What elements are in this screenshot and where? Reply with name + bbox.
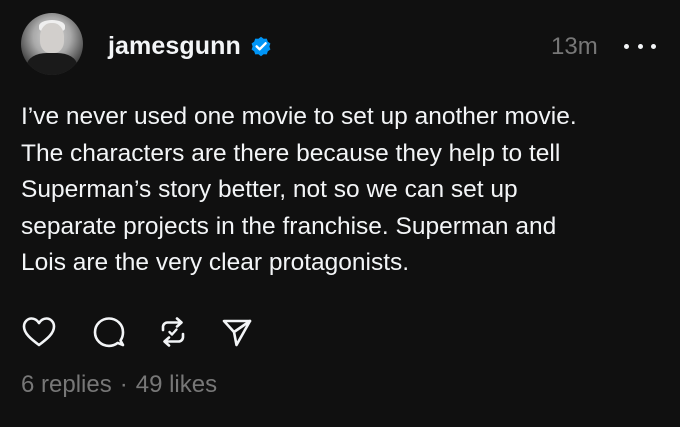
send-icon[interactable] <box>219 314 255 350</box>
username-link[interactable]: jamesgunn <box>108 32 241 61</box>
post-text: I’ve never used one movie to set up anot… <box>21 103 577 276</box>
engagement-stats: 6 replies · 49 likes <box>21 371 217 399</box>
repost-icon[interactable] <box>155 314 191 350</box>
more-icon[interactable] <box>624 34 656 58</box>
verified-badge-icon <box>249 34 273 58</box>
likes-count[interactable]: 49 likes <box>136 371 217 399</box>
heart-icon[interactable] <box>21 314 57 350</box>
stats-separator: · <box>119 371 128 398</box>
post-timestamp: 13m <box>551 33 598 60</box>
replies-count[interactable]: 6 replies <box>21 371 112 399</box>
comment-icon[interactable] <box>91 314 127 350</box>
avatar[interactable] <box>21 13 83 75</box>
post-header: jamesgunn <box>108 31 273 61</box>
thread-post: jamesgunn 13m I’ve never used one movie … <box>0 0 680 427</box>
